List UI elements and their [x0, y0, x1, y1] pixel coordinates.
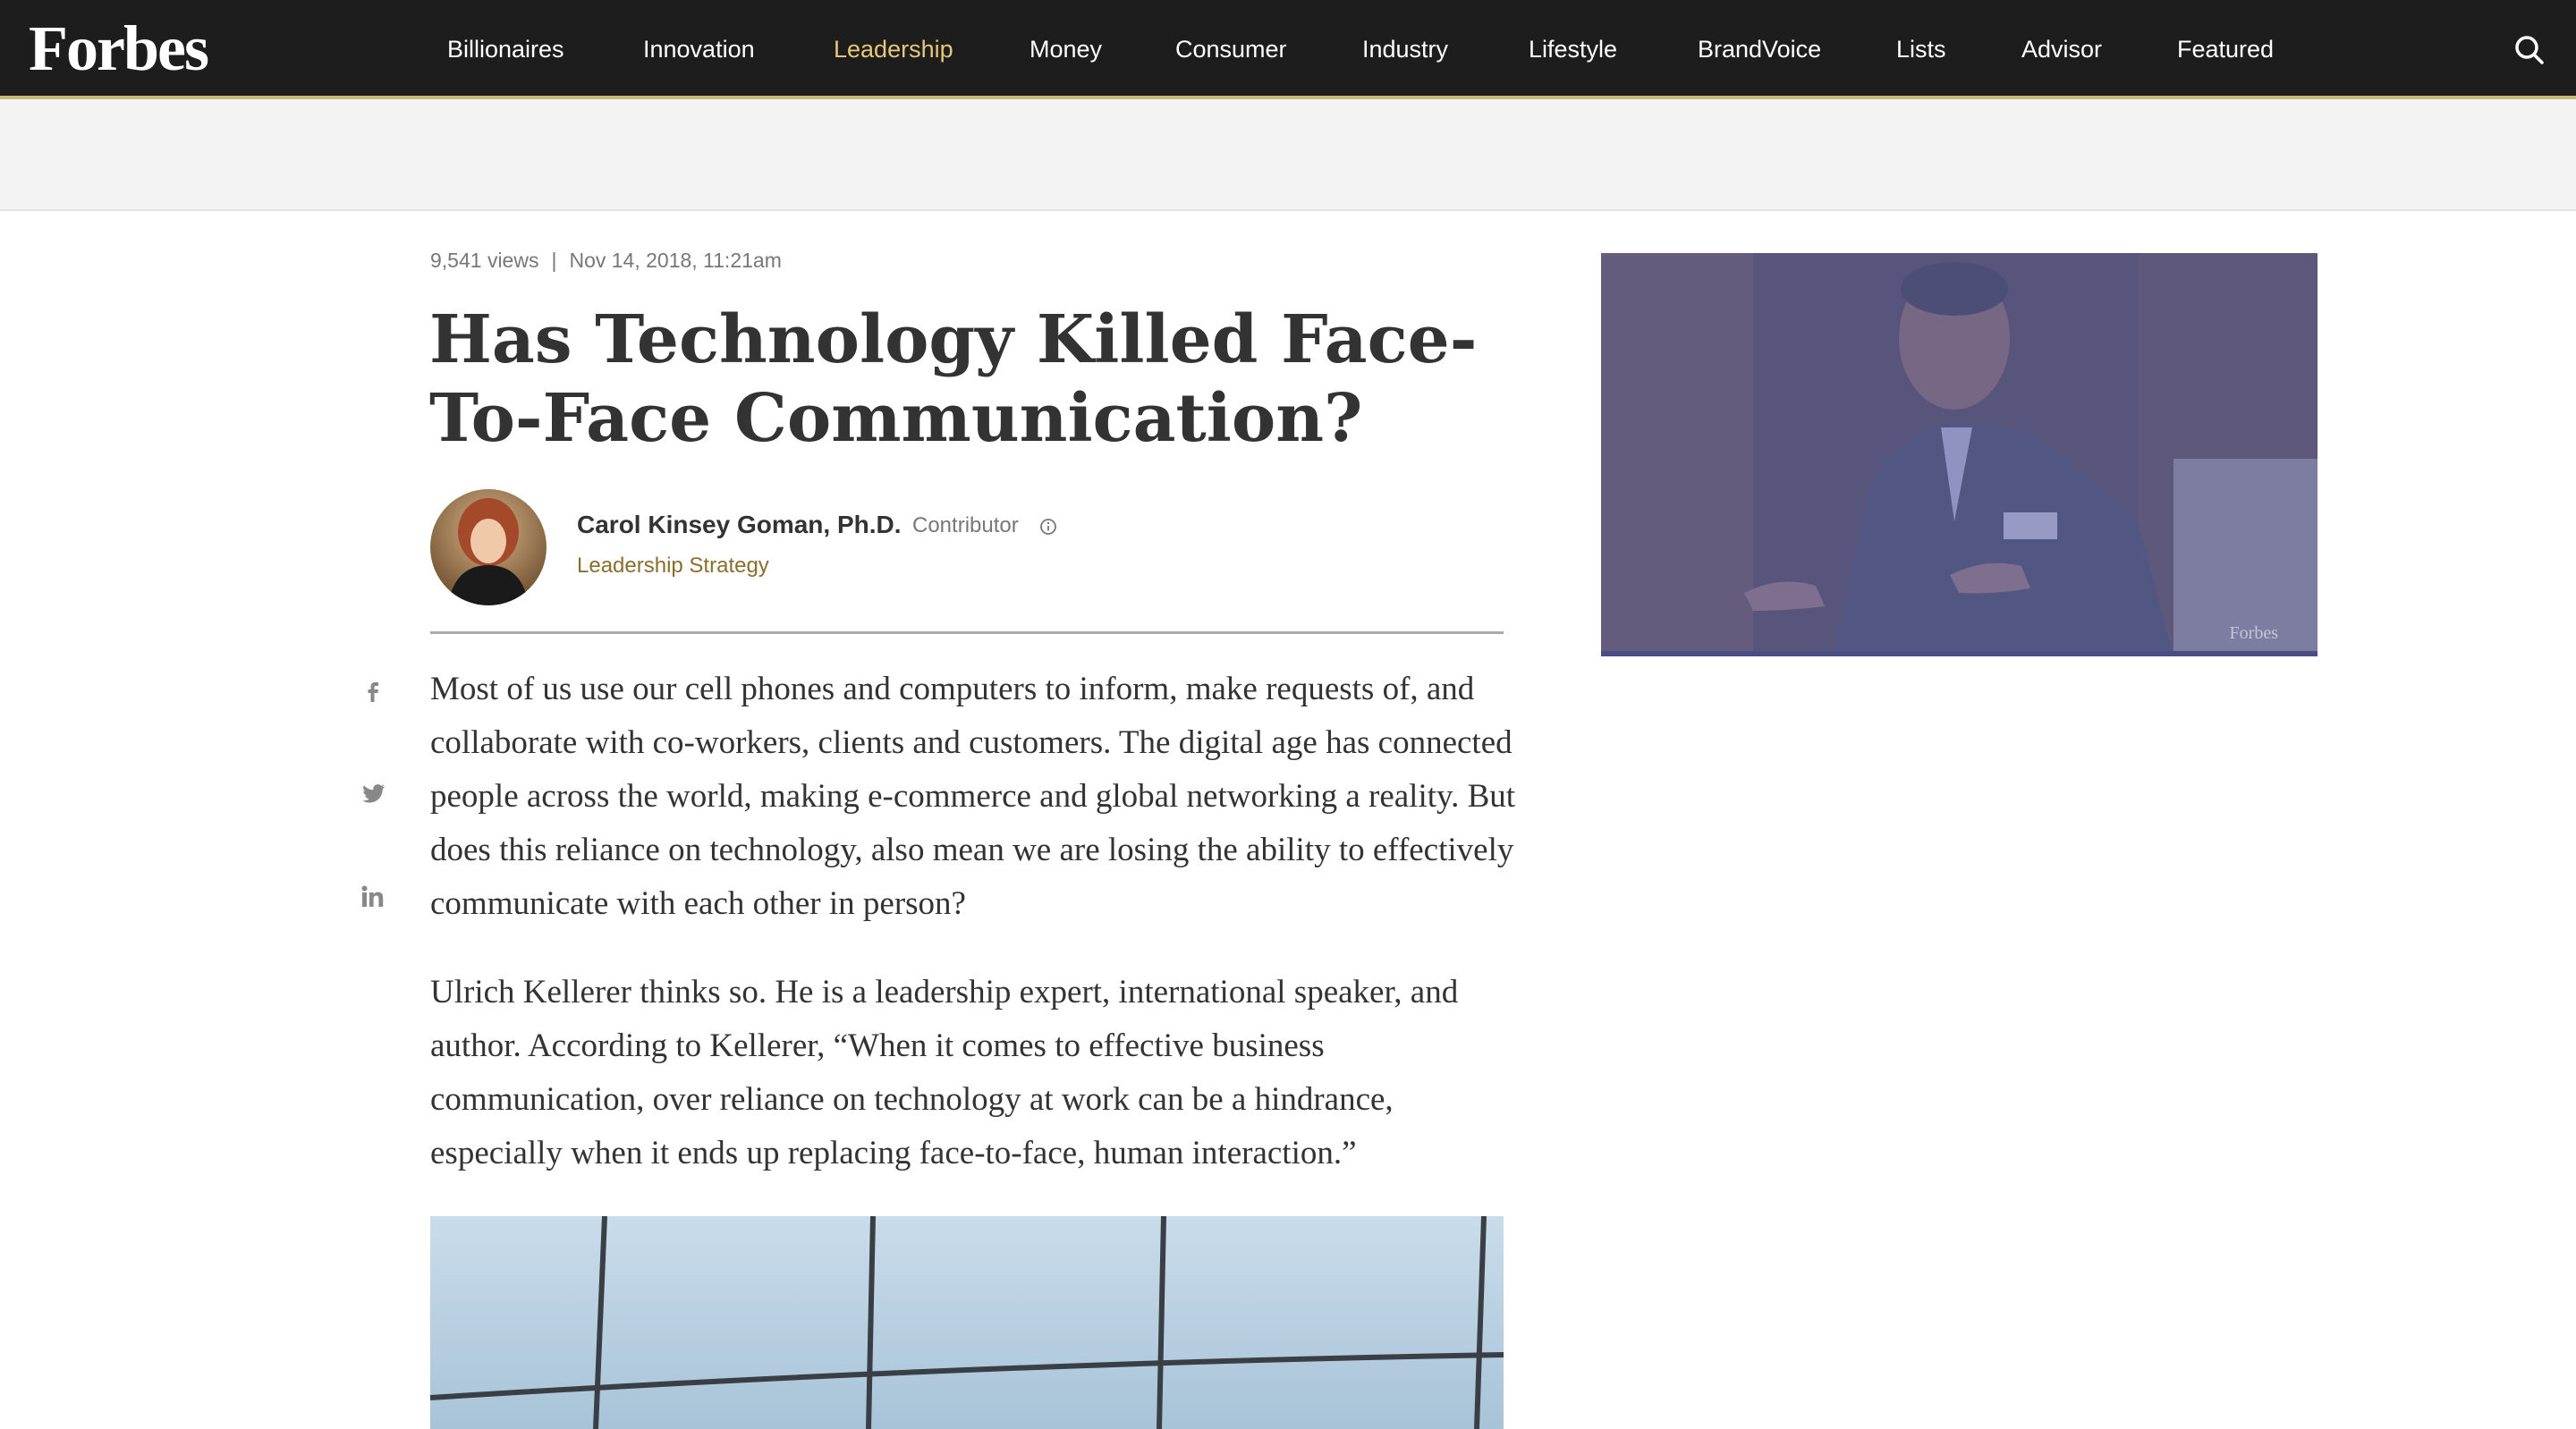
- article-paragraph: Most of us use our cell phones and compu…: [430, 671, 1516, 922]
- nav-item-consumer[interactable]: Consumer: [1175, 34, 1287, 64]
- ad-banner-area: [0, 99, 2576, 211]
- info-icon[interactable]: [1039, 518, 1057, 536]
- search-button[interactable]: [2512, 32, 2547, 68]
- nav-item-innovation[interactable]: Innovation: [643, 34, 755, 64]
- nav-item-industry[interactable]: Industry: [1362, 34, 1448, 64]
- nav-item-featured[interactable]: Featured: [2177, 34, 2274, 64]
- nav-item-advisor[interactable]: Advisor: [2021, 34, 2102, 64]
- nav-item-lifestyle[interactable]: Lifestyle: [1529, 34, 1617, 64]
- video-player[interactable]: Forbes: [1601, 253, 2318, 656]
- share-facebook-button[interactable]: [360, 677, 386, 704]
- author-role: Contributor: [912, 513, 1019, 537]
- article-meta: 9,541 views | Nov 14, 2018, 11:21am: [430, 247, 782, 274]
- share-twitter-button[interactable]: [360, 780, 386, 807]
- view-count: 9,541 views: [430, 249, 539, 272]
- article-paragraph: Ulrich Kellerer thinks so. He is a leade…: [430, 974, 1459, 1171]
- article-image: [430, 1216, 1504, 1429]
- publish-date: Nov 14, 2018, 11:21am: [569, 249, 782, 272]
- author-divider: [430, 631, 1504, 634]
- nav-item-brandvoice[interactable]: BrandVoice: [1698, 34, 1821, 64]
- author-name[interactable]: Carol Kinsey Goman, Ph.D.: [577, 510, 902, 540]
- top-nav: Forbes Billionaires Innovation Leadershi…: [0, 0, 2576, 99]
- author-channel-link[interactable]: Leadership Strategy: [577, 553, 769, 579]
- article-title: Has Technology Killed Face-To-Face Commu…: [429, 301, 1478, 457]
- nav-item-money[interactable]: Money: [1030, 34, 1102, 64]
- author-avatar[interactable]: [430, 489, 547, 605]
- video-watermark: Forbes: [2229, 623, 2278, 643]
- search-icon: [2515, 36, 2544, 64]
- meta-separator: |: [551, 249, 557, 272]
- twitter-icon: [362, 784, 386, 803]
- share-linkedin-button[interactable]: [360, 884, 386, 910]
- linkedin-icon: [361, 885, 384, 907]
- facebook-icon: [368, 682, 378, 702]
- nav-item-billionaires[interactable]: Billionaires: [447, 34, 564, 64]
- nav-item-lists[interactable]: Lists: [1896, 34, 1946, 64]
- video-thumbnail: [1601, 253, 2318, 656]
- nav-item-leadership[interactable]: Leadership: [834, 34, 953, 64]
- forbes-logo[interactable]: Forbes: [29, 13, 209, 84]
